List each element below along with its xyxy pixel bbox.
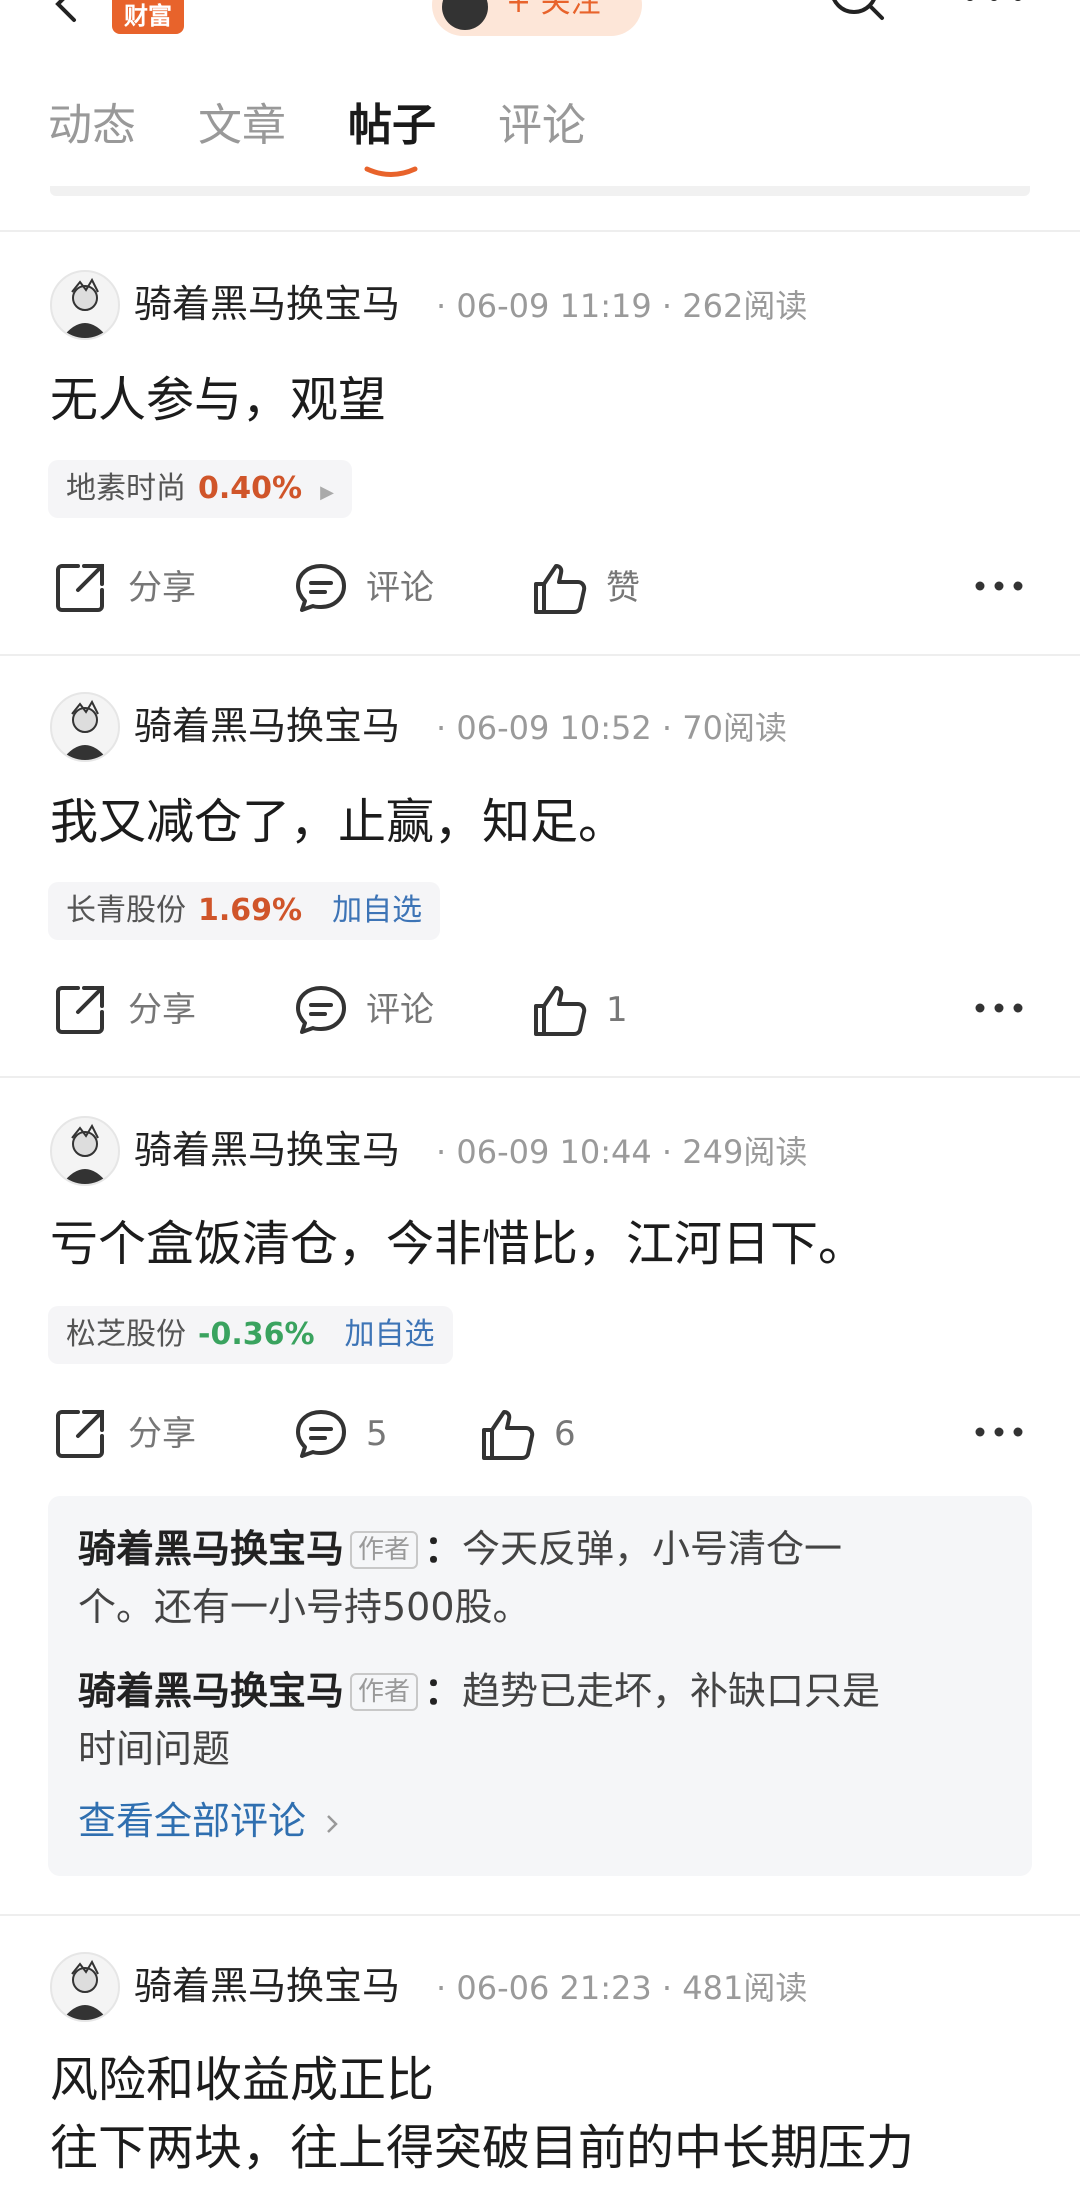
like-label: 赞 — [606, 568, 640, 608]
post-text[interactable]: 往下两块，往上得突破目前的中长期压力 — [50, 2118, 914, 2178]
post-text[interactable]: 我又减仓了，止赢，知足。 — [50, 792, 626, 852]
thumbs-up-icon — [482, 1410, 535, 1460]
comment-icon — [296, 986, 346, 1034]
comment-item[interactable]: 骑着黑马换宝马 作者 ：今天反弹，小号清仓一 个。还有一小号持500股。 — [78, 1520, 1008, 1636]
follow-button[interactable]: + 关注 — [432, 0, 642, 36]
post-actions: 分享 评论 赞 — [0, 558, 1080, 618]
comment-label: 评论 — [366, 568, 434, 608]
author-name[interactable]: 骑着黑马换宝马 — [134, 282, 400, 326]
share-icon — [56, 986, 104, 1034]
comment-text-cont: 个。还有一小号持500股。 — [78, 1585, 531, 1629]
post-actions: 分享 5 6 — [0, 1404, 1080, 1464]
post-meta: · 06-09 10:44 · 249阅读 — [436, 1133, 808, 1171]
share-label: 分享 — [128, 990, 196, 1030]
view-all-label: 查看全部评论 — [78, 1799, 307, 1843]
stock-change: 0.40% — [198, 471, 303, 506]
comment-count: 5 — [366, 1414, 388, 1454]
comment-item[interactable]: 骑着黑马换宝马 作者 ：趋势已走坏，补缺口只是 时间问题 — [78, 1662, 1008, 1778]
author-tag: 作者 — [350, 1531, 419, 1569]
avatar[interactable] — [50, 1952, 120, 2022]
post-meta: · 06-09 11:19 · 262阅读 — [436, 287, 808, 325]
play-arrow-icon: ▶ — [320, 482, 334, 503]
comment-preview[interactable]: 骑着黑马换宝马 作者 ：今天反弹，小号清仓一 个。还有一小号持500股。 骑着黑马换… — [48, 1496, 1032, 1876]
post-time: 06-06 21:23 — [456, 1969, 652, 2007]
tab-bar: 动态 文章 帖子 评论 — [0, 88, 1080, 177]
more-icon[interactable] — [974, 1424, 1024, 1440]
view-all-comments-link[interactable]: 查看全部评论 — [78, 1796, 340, 1846]
read-count: 249阅读 — [682, 1133, 808, 1171]
like-count: 1 — [606, 990, 628, 1030]
comment-text-cont: 时间问题 — [78, 1727, 231, 1771]
add-to-watchlist-button[interactable]: 加自选 — [332, 893, 422, 928]
share-icon — [56, 564, 104, 612]
top-bar: 财富 + 关注 — [0, 0, 1080, 40]
thumbs-up-icon — [534, 564, 587, 614]
brand-badge: 财富 — [112, 0, 184, 34]
divider — [0, 230, 1080, 232]
post-time: 06-09 10:52 — [456, 709, 652, 747]
read-count: 262阅读 — [682, 287, 808, 325]
author-name[interactable]: 骑着黑马换宝马 — [134, 704, 400, 748]
divider — [0, 654, 1080, 656]
comment-icon — [296, 564, 346, 612]
share-label: 分享 — [128, 1414, 196, 1454]
comment-label: 评论 — [366, 990, 434, 1030]
more-icon[interactable] — [974, 578, 1024, 594]
more-options-icon[interactable] — [962, 0, 1026, 6]
stock-tag[interactable]: 长青股份 1.69% 加自选 — [48, 882, 441, 940]
active-tab-indicator — [364, 166, 418, 177]
search-icon[interactable] — [826, 0, 886, 30]
divider — [0, 1914, 1080, 1916]
author-name[interactable]: 骑着黑马换宝马 — [134, 1128, 400, 1172]
chevron-right-icon — [327, 1815, 338, 1833]
tab-activity[interactable]: 动态 — [48, 98, 136, 154]
post-time: 06-09 11:19 — [456, 287, 652, 325]
stock-tag[interactable]: 地素时尚 0.40% ▶ — [48, 460, 352, 518]
author-name[interactable]: 骑着黑马换宝马 — [134, 1964, 400, 2008]
post-time: 06-09 10:44 — [456, 1133, 652, 1171]
avatar[interactable] — [50, 270, 120, 340]
share-label: 分享 — [128, 568, 196, 608]
comment-text: 趋势已走坏，补缺口只是 — [462, 1669, 881, 1713]
avatar[interactable] — [50, 692, 120, 762]
thumbs-up-icon — [534, 986, 587, 1036]
tab-comments[interactable]: 评论 — [498, 98, 586, 154]
post-actions: 分享 评论 1 — [0, 980, 1080, 1040]
tab-posts[interactable]: 帖子 — [348, 98, 436, 154]
read-count: 481阅读 — [682, 1969, 808, 2007]
follow-label: + 关注 — [506, 0, 601, 20]
stock-tag[interactable]: 松芝股份 -0.36% 加自选 — [48, 1306, 453, 1364]
more-icon[interactable] — [974, 1000, 1024, 1016]
share-icon — [56, 1410, 104, 1458]
read-count: 70阅读 — [682, 709, 787, 747]
stock-name: 松芝股份 — [66, 1317, 186, 1352]
stock-change: -0.36% — [198, 1317, 315, 1352]
post-text[interactable]: 无人参与，观望 — [50, 370, 386, 430]
comment-icon — [296, 1410, 346, 1458]
stock-change: 1.69% — [198, 893, 303, 928]
post-meta: · 06-09 10:52 · 70阅读 — [436, 709, 787, 747]
post-text[interactable]: 风险和收益成正比 — [50, 2050, 434, 2110]
comment-text: 今天反弹，小号清仓一 — [462, 1527, 843, 1571]
divider — [0, 1076, 1080, 1078]
tab-articles[interactable]: 文章 — [198, 98, 286, 154]
stock-name: 长青股份 — [66, 893, 186, 928]
follow-avatar — [442, 0, 488, 30]
add-to-watchlist-button[interactable]: 加自选 — [345, 1317, 435, 1352]
post-meta: · 06-06 21:23 · 481阅读 — [436, 1969, 808, 2007]
back-arrow-icon[interactable] — [44, 0, 84, 24]
comment-author[interactable]: 骑着黑马换宝马 — [78, 1669, 344, 1713]
comment-author[interactable]: 骑着黑马换宝马 — [78, 1527, 344, 1571]
like-count: 6 — [554, 1414, 576, 1454]
previous-card-edge — [50, 186, 1030, 196]
post-text[interactable]: 亏个盒饭清仓，今非惜比，江河日下。 — [50, 1214, 866, 1274]
author-tag: 作者 — [350, 1673, 419, 1711]
stock-name: 地素时尚 — [66, 471, 186, 506]
avatar[interactable] — [50, 1116, 120, 1186]
